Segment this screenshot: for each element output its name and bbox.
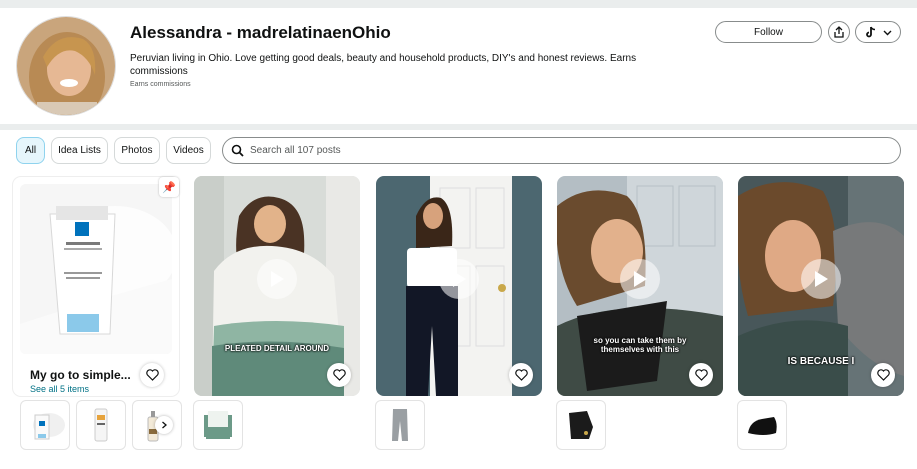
search-bar [222,137,901,164]
profile-name: Alessandra - madrelatinaenOhio [130,23,391,42]
product-thumbnail[interactable] [77,401,125,449]
play-icon [453,271,466,287]
favorite-button[interactable] [509,363,533,387]
heart-icon [694,369,708,381]
search-input[interactable] [250,145,850,156]
heart-icon [876,369,890,381]
product-thumbnail[interactable] [194,401,242,449]
profile-header: Alessandra - madrelatinaenOhio Peruvian … [0,8,917,124]
social-links-dropdown[interactable] [855,21,901,43]
play-button[interactable] [801,259,841,299]
favorite-button[interactable] [327,363,351,387]
video-post-card[interactable]: PLEATED DETAIL AROUND [194,176,360,396]
video-post-card[interactable]: IS BECAUSE I [738,176,904,396]
favorite-button[interactable] [871,363,895,387]
heart-icon [514,369,528,381]
chevron-down-icon [883,30,891,35]
product-thumbnail[interactable] [738,401,786,449]
video-caption: so you can take them by themselves with … [593,336,687,354]
product-thumbnail[interactable] [557,401,605,449]
play-icon [815,271,828,287]
favorite-button[interactable] [140,363,164,387]
page: Alessandra - madrelatinaenOhio Peruvian … [0,0,917,469]
pin-icon[interactable]: 📌 [159,177,179,197]
product-thumbnail[interactable] [21,401,69,449]
heart-icon [332,369,346,381]
play-button[interactable] [439,259,479,299]
tab-all[interactable]: All [16,137,45,164]
posts-grid: 📌 My go to simple... See all 5 items PLE… [0,170,917,469]
video-post-card[interactable]: so you can take them by themselves with … [557,176,723,396]
tab-idea-lists[interactable]: Idea Lists [51,137,108,164]
earns-commissions-note: Earns commissions [130,81,191,88]
search-icon [231,144,244,157]
see-all-items-link[interactable]: See all 5 items [30,384,89,394]
video-post-card[interactable] [376,176,542,396]
share-icon [834,26,844,38]
tab-photos[interactable]: Photos [114,137,160,164]
next-arrow-button[interactable] [155,416,173,434]
profile-bio: Peruvian living in Ohio. Love getting go… [130,53,637,77]
idea-list-cover-image [20,184,172,354]
idea-list-card[interactable]: 📌 My go to simple... See all 5 items [13,177,179,396]
follow-button[interactable]: Follow [715,21,822,43]
avatar[interactable] [16,16,116,116]
tab-videos[interactable]: Videos [166,137,211,164]
share-button[interactable] [828,21,850,43]
video-caption: PLEATED DETAIL AROUND [224,344,330,353]
play-button[interactable] [257,259,297,299]
product-thumbnail[interactable] [376,401,424,449]
play-icon [271,271,284,287]
filter-bar: All Idea Lists Photos Videos [0,130,917,170]
play-button[interactable] [620,259,660,299]
favorite-button[interactable] [689,363,713,387]
play-icon [634,271,647,287]
chevron-right-icon [162,421,167,429]
idea-list-title: My go to simple... [30,368,131,382]
heart-icon [145,369,159,381]
tiktok-icon [865,26,875,38]
